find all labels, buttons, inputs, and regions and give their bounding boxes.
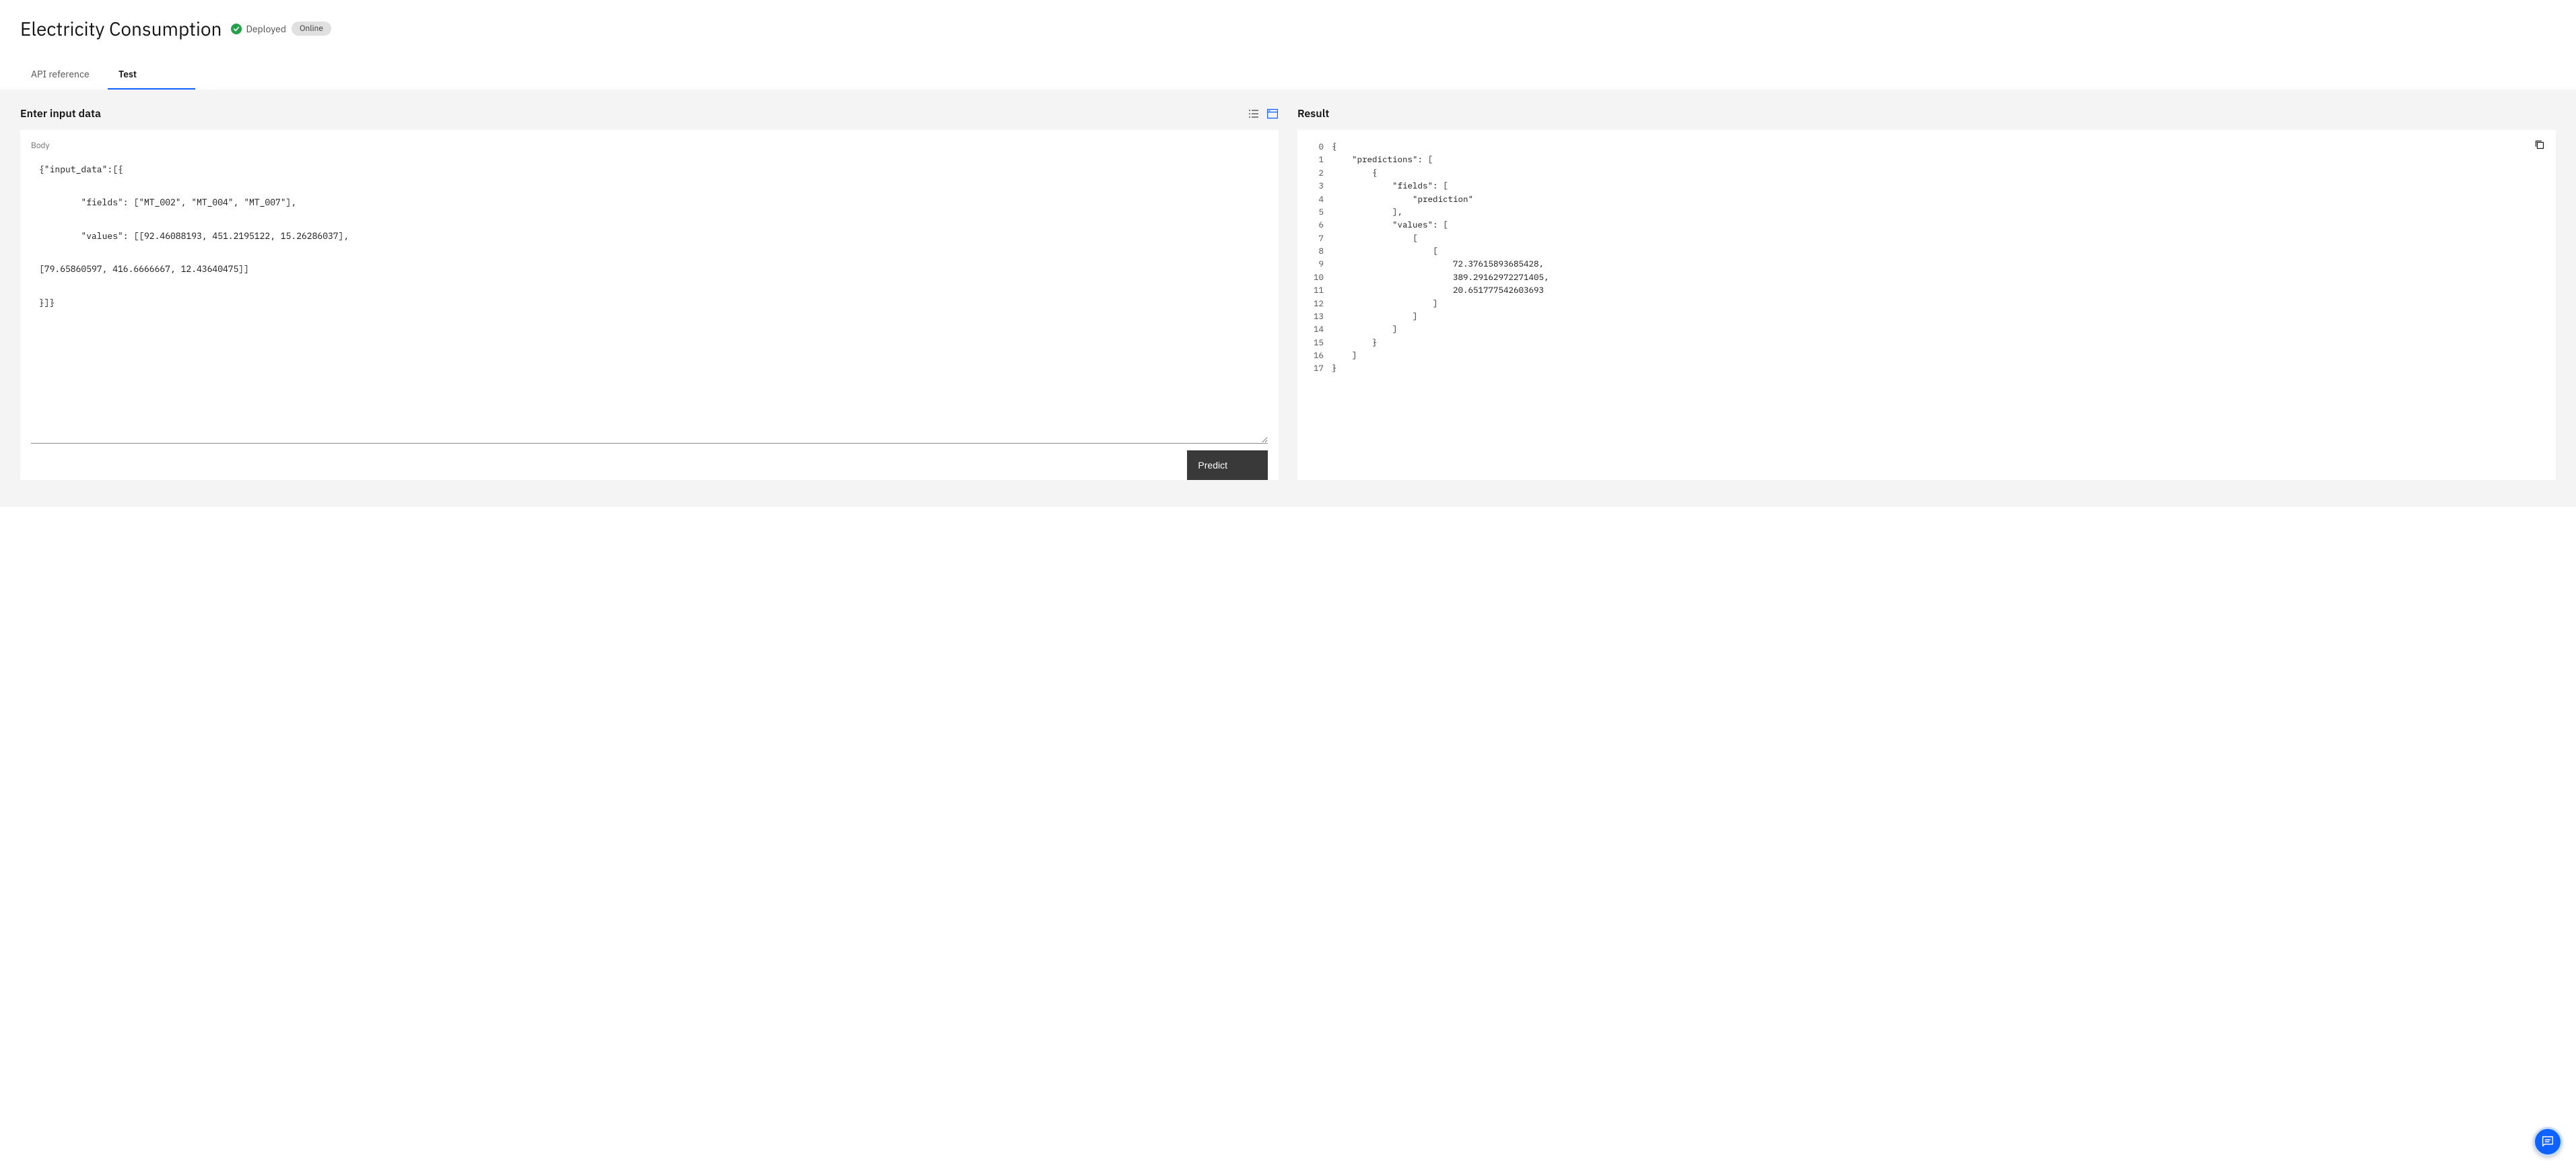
tab-test[interactable]: Test [108, 60, 195, 90]
body-textarea[interactable] [31, 156, 1268, 444]
content-area: Enter input data [0, 90, 2576, 507]
input-heading: Enter input data [20, 107, 101, 121]
tab-api-reference[interactable]: API reference [20, 60, 108, 90]
predict-button[interactable]: Predict [1187, 450, 1268, 480]
title-row: Electricity Consumption Deployed Online [20, 16, 2556, 41]
result-card: 0 1 2 3 4 5 6 7 8 9 10 11 12 13 14 15 16… [1297, 130, 2556, 480]
copy-icon[interactable] [2534, 139, 2546, 151]
deployed-label: Deployed [246, 23, 286, 35]
result-heading: Result [1297, 107, 1329, 121]
online-badge: Online [292, 22, 331, 36]
status-group: Deployed Online [231, 22, 331, 36]
result-panel: Result 0 1 2 3 4 5 6 7 8 9 10 11 12 13 1… [1297, 106, 2556, 480]
page-title: Electricity Consumption [20, 16, 222, 41]
page-header: Electricity Consumption Deployed Online … [0, 0, 2576, 90]
result-code-lines: { "predictions": [ { "fields": [ "predic… [1332, 141, 1549, 376]
chat-icon [2540, 1134, 2555, 1149]
tabs: API reference Test [20, 60, 2556, 90]
chat-fab[interactable] [2533, 1127, 2563, 1157]
result-panel-header: Result [1297, 106, 2556, 122]
line-number-gutter: 0 1 2 3 4 5 6 7 8 9 10 11 12 13 14 15 16… [1314, 141, 1332, 376]
input-panel: Enter input data [20, 106, 1279, 480]
predict-row: Predict [31, 444, 1268, 480]
result-code-block: 0 1 2 3 4 5 6 7 8 9 10 11 12 13 14 15 16… [1314, 141, 2545, 376]
body-label: Body [31, 141, 1268, 151]
input-panel-header: Enter input data [20, 106, 1279, 122]
view-mode-icons [1248, 108, 1279, 120]
json-view-icon[interactable] [1266, 108, 1279, 120]
check-circle-icon [231, 24, 242, 34]
list-view-icon[interactable] [1248, 108, 1260, 120]
input-card: Body Predict [20, 130, 1279, 480]
deployed-status: Deployed [231, 23, 286, 35]
